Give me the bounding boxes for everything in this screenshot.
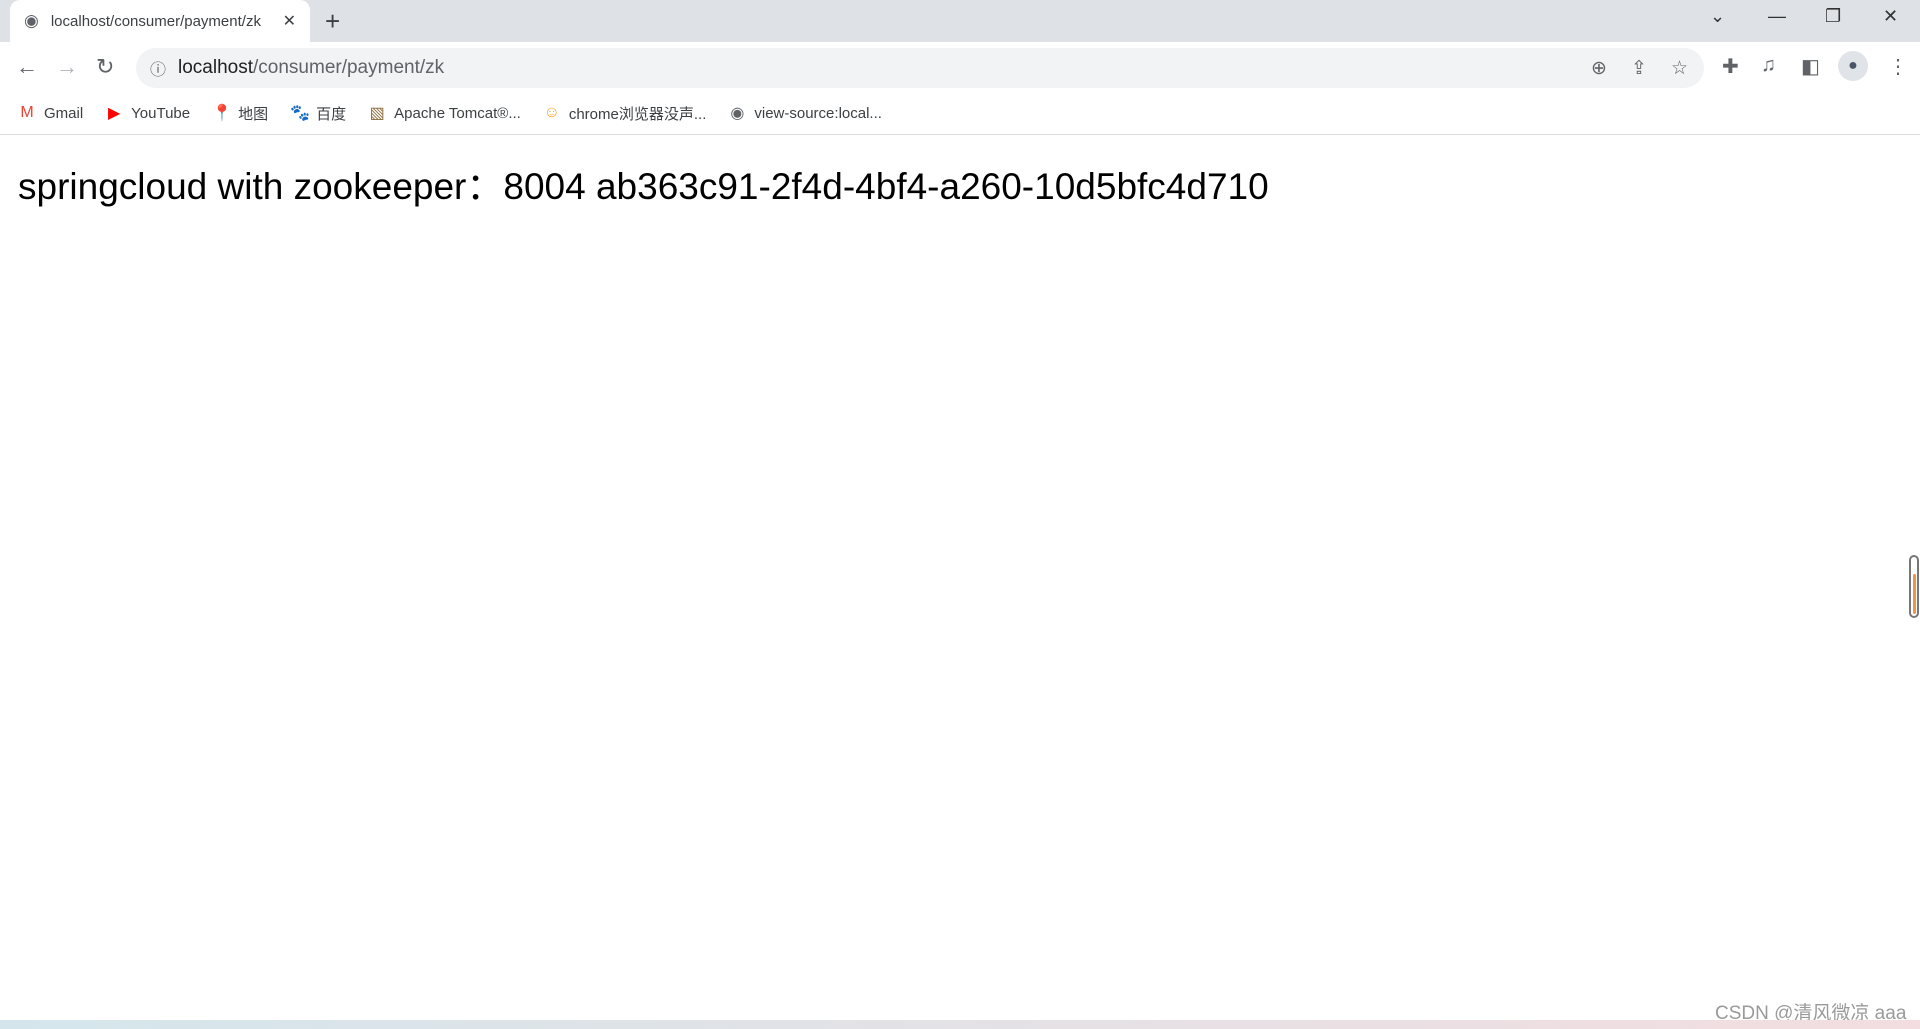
bookmark-chrome-sound[interactable]: ☺ chrome浏览器没声... <box>543 103 707 124</box>
minimize-button[interactable]: — <box>1768 6 1786 27</box>
address-bar[interactable]: ⓘ localhost/consumer/payment/zk ⊕ ⇪ ☆ <box>136 48 1704 88</box>
menu-kebab-icon[interactable]: ⋮ <box>1888 54 1908 79</box>
maps-icon: 📍 <box>212 105 233 122</box>
bookmark-label: view-source:local... <box>754 104 882 122</box>
bookmarks-bar: M Gmail ▶ YouTube 📍 地图 🐾 百度 ▧ Apache Tomcat®.… <box>0 92 1920 135</box>
tab-title: localhost/consumer/payment/zk <box>50 12 261 30</box>
reload-button[interactable]: ↻ <box>96 54 114 80</box>
media-control-icon[interactable]: ♫ <box>1761 54 1776 77</box>
bookmark-label: YouTube <box>131 104 191 122</box>
baidu-icon: 🐾 <box>290 105 311 122</box>
url-path: /consumer/payment/zk <box>253 57 445 78</box>
url-host: localhost <box>178 57 254 78</box>
bookmark-baidu[interactable]: 🐾 百度 <box>290 103 346 124</box>
bookmark-label: Gmail <box>44 104 84 122</box>
close-tab-icon[interactable]: ✕ <box>283 11 296 31</box>
bookmark-gmail[interactable]: M Gmail <box>18 104 83 122</box>
forward-button[interactable]: → <box>56 54 78 80</box>
globe-icon: ◉ <box>24 11 39 30</box>
scroll-indicator[interactable] <box>1909 555 1919 618</box>
restore-button[interactable]: ❐ <box>1825 6 1841 27</box>
bookmark-maps[interactable]: 📍 地图 <box>212 103 268 124</box>
toolbar: ← → ↻ ⓘ localhost/consumer/payment/zk ⊕ … <box>0 42 1920 92</box>
bookmark-label: 地图 <box>238 105 269 123</box>
bookmark-star-icon[interactable]: ☆ <box>1671 57 1688 80</box>
tomcat-icon: ▧ <box>369 105 385 122</box>
taskbar-strip <box>0 1020 1920 1029</box>
side-panel-icon[interactable]: ◧ <box>1801 54 1820 79</box>
extensions-icon[interactable]: ✚ <box>1722 54 1739 79</box>
info-icon[interactable]: ⓘ <box>150 56 166 80</box>
bookmark-label: chrome浏览器没声... <box>568 105 707 123</box>
new-tab-button[interactable]: + <box>325 6 340 37</box>
back-button[interactable]: ← <box>16 54 38 80</box>
tab-active[interactable]: ◉ localhost/consumer/payment/zk ✕ <box>10 0 310 42</box>
youtube-icon: ▶ <box>108 105 121 122</box>
tab-strip: ◉ localhost/consumer/payment/zk ✕ + ⌄ — … <box>0 0 1920 42</box>
share-icon[interactable]: ⇪ <box>1631 57 1647 80</box>
bookmark-label: Apache Tomcat®... <box>394 104 521 122</box>
page-body-text: springcloud with zookeeper：8004 ab363c91… <box>18 166 1269 207</box>
profile-avatar[interactable]: ● <box>1838 51 1868 81</box>
smiley-icon: ☺ <box>543 104 561 121</box>
close-window-button[interactable]: ✕ <box>1883 6 1898 27</box>
bookmark-label: 百度 <box>316 105 347 123</box>
zoom-icon[interactable]: ⊕ <box>1591 57 1607 80</box>
bookmark-youtube[interactable]: ▶ YouTube <box>105 103 190 123</box>
globe-icon: ◉ <box>730 105 745 122</box>
bookmark-tomcat[interactable]: ▧ Apache Tomcat®... <box>368 103 521 123</box>
bookmark-view-source[interactable]: ◉ view-source:local... <box>728 103 882 123</box>
gmail-icon: M <box>20 104 34 121</box>
tab-search-chevron-icon[interactable]: ⌄ <box>1710 6 1725 27</box>
